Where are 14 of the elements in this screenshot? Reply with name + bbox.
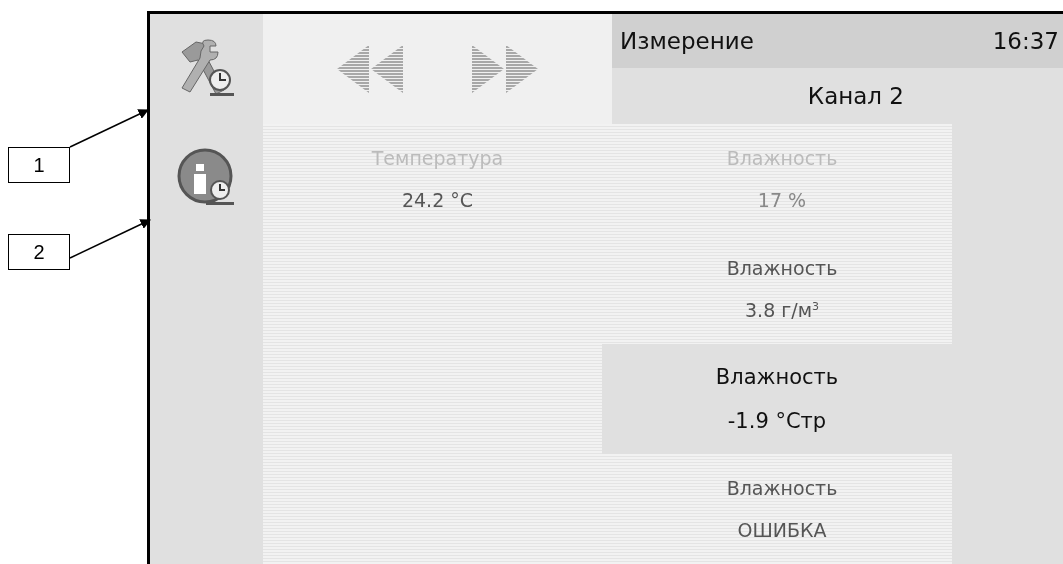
reading-highlight[interactable]: Влажность -1.9 °Стр: [602, 344, 952, 454]
reading-value: 3.8 г/м$^{3}$: [745, 299, 819, 321]
reading-label: Влажность: [715, 365, 839, 389]
callout-label: 1: [8, 147, 70, 183]
reading-label: Влажность: [726, 477, 838, 499]
clock-time: 16:37: [992, 28, 1059, 54]
screen-title: Измерение: [620, 28, 754, 54]
reading-value: 24.2 °C: [401, 189, 474, 211]
reading-label: Влажность: [726, 257, 838, 279]
reading-value: -1.9 °Стр: [727, 409, 827, 433]
channel-label: Канал 2: [807, 83, 904, 109]
reading-value: 17 %: [757, 189, 807, 211]
callout-label: 2: [8, 234, 70, 270]
reading-value: ОШИБКА: [737, 519, 827, 541]
